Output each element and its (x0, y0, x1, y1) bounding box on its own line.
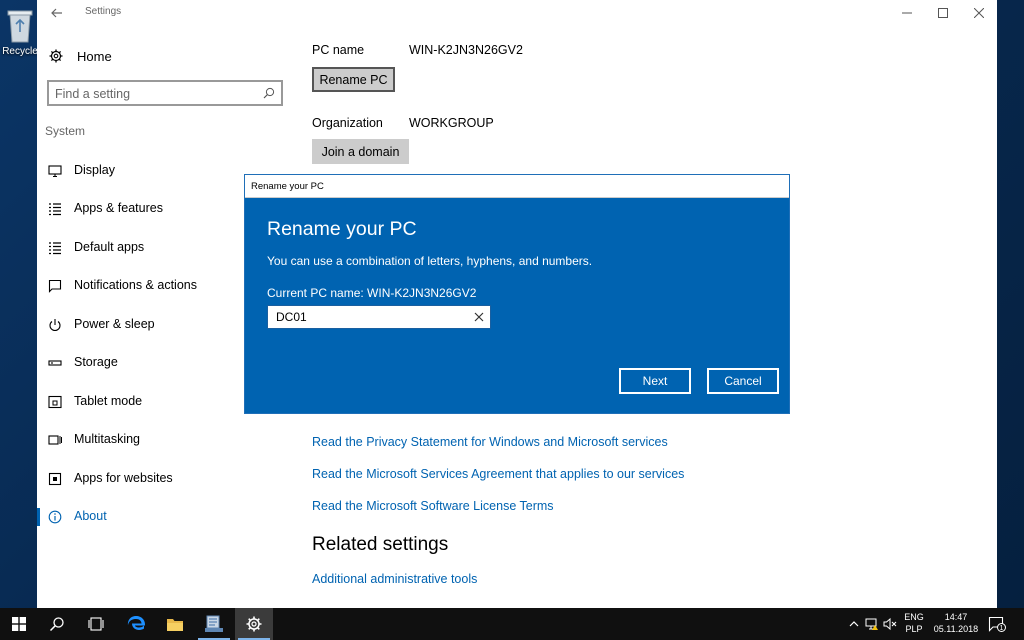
gear-icon (246, 616, 262, 632)
volume-muted-icon (883, 617, 897, 631)
minimize-icon (902, 12, 912, 14)
notification-icon: 1 (988, 616, 1006, 632)
start-button[interactable] (0, 608, 38, 640)
organization-value: WORKGROUP (409, 116, 494, 130)
sidebar-item-apps-for-websites[interactable]: Apps for websites (37, 464, 297, 494)
back-arrow-icon[interactable] (49, 5, 65, 21)
privacy-statement-link[interactable]: Read the Privacy Statement for Windows a… (312, 435, 668, 449)
volume-tray-icon[interactable] (882, 616, 898, 632)
multitask-icon (48, 435, 62, 445)
sidebar-item-label: About (74, 509, 107, 523)
maximize-button[interactable] (925, 4, 961, 22)
clock-date: 05.11.2018 (933, 624, 979, 634)
language-indicator[interactable]: ENG PLP (900, 611, 928, 635)
sidebar-item-label: Default apps (74, 240, 145, 254)
sidebar-item-label: Apps for websites (74, 471, 173, 485)
cancel-button[interactable]: Cancel (707, 368, 779, 394)
task-view-button[interactable] (77, 608, 115, 640)
language-bottom: PLP (905, 624, 923, 634)
network-tray-icon[interactable] (864, 616, 880, 632)
join-domain-button[interactable]: Join a domain (312, 139, 409, 164)
folder-icon (167, 618, 183, 631)
current-pc-name: Current PC name: WIN-K2JN3N26GV2 (267, 286, 477, 300)
pc-name-label: PC name (312, 43, 365, 57)
edge-browser-button[interactable] (117, 608, 155, 640)
sidebar-item-label: Apps & features (74, 201, 163, 215)
sidebar-item-label: Display (74, 163, 115, 177)
sidebar-item-label: Notifications & actions (74, 278, 197, 292)
recycle-bin[interactable]: Recycle (0, 8, 40, 57)
storage-icon (48, 360, 62, 366)
clear-icon[interactable] (474, 312, 484, 322)
search-input[interactable] (55, 86, 255, 102)
search-icon (49, 617, 64, 632)
minimize-button[interactable] (889, 4, 925, 22)
organization-label: Organization (312, 116, 383, 130)
task-view-icon (88, 617, 104, 631)
new-name-input[interactable] (276, 309, 456, 325)
chevron-up-icon (849, 621, 859, 627)
edge-icon (127, 616, 146, 630)
rename-pc-button[interactable]: Rename PC (312, 67, 395, 92)
message-icon (48, 279, 62, 293)
clock-time: 14:47 (944, 612, 968, 622)
tablet-icon (48, 395, 62, 409)
sidebar-item-label: Power & sleep (74, 317, 155, 331)
monitor-icon (48, 165, 62, 178)
next-button[interactable]: Next (619, 368, 691, 394)
section-label: System (45, 124, 86, 138)
pc-name-value: WIN-K2JN3N26GV2 (409, 43, 523, 57)
recycle-bin-icon (7, 10, 33, 43)
new-name-field[interactable] (267, 305, 491, 329)
settings-taskbar-button[interactable] (235, 608, 273, 640)
rename-dialog: Rename your PC Rename your PC You can us… (244, 174, 790, 414)
language-top: ENG (904, 612, 924, 622)
notification-count: 1 (1000, 625, 1004, 632)
home-label: Home (77, 48, 112, 64)
search-box[interactable] (47, 80, 283, 106)
server-manager-icon (205, 615, 223, 632)
list-icon (49, 242, 61, 255)
dialog-title: Rename your PC (251, 181, 324, 192)
dialog-description: You can use a combination of letters, hy… (267, 254, 593, 268)
search-icon[interactable] (263, 87, 275, 99)
recycle-bin-label: Recycle (2, 46, 38, 57)
close-button[interactable] (961, 4, 997, 22)
clock[interactable]: 14:47 05.11.2018 (930, 611, 982, 635)
list-icon (49, 203, 61, 216)
windows-logo-icon (12, 617, 26, 631)
dialog-heading: Rename your PC (267, 218, 417, 240)
titlebar: Settings (37, 0, 997, 26)
sidebar-item-multitasking[interactable]: Multitasking (37, 425, 297, 455)
action-center-button[interactable]: 1 (988, 616, 1006, 632)
close-icon (974, 8, 984, 18)
home-link[interactable]: Home (49, 46, 112, 66)
power-icon (49, 319, 61, 332)
sidebar-item-label: Multitasking (74, 432, 140, 446)
network-icon (865, 618, 878, 630)
sidebar-item-label: Tablet mode (74, 394, 143, 408)
search-button[interactable] (38, 608, 76, 640)
gear-icon (49, 49, 63, 63)
show-hidden-icons-button[interactable] (846, 616, 862, 632)
file-explorer-button[interactable] (156, 608, 194, 640)
info-icon (48, 510, 62, 524)
taskbar: ENG PLP 14:47 05.11.2018 1 (0, 608, 1024, 640)
sidebar-item-about[interactable]: About (37, 502, 297, 532)
server-manager-button[interactable] (195, 608, 233, 640)
sidebar-item-label: Storage (74, 355, 118, 369)
active-indicator (37, 508, 40, 526)
license-terms-link[interactable]: Read the Microsoft Software License Term… (312, 499, 554, 513)
maximize-icon (938, 8, 948, 18)
window-title: Settings (85, 6, 122, 17)
services-agreement-link[interactable]: Read the Microsoft Services Agreement th… (312, 467, 684, 481)
dialog-titlebar: Rename your PC (245, 175, 789, 198)
admin-tools-link[interactable]: Additional administrative tools (312, 572, 477, 586)
related-settings-heading: Related settings (312, 534, 449, 555)
app-web-icon (48, 472, 62, 486)
